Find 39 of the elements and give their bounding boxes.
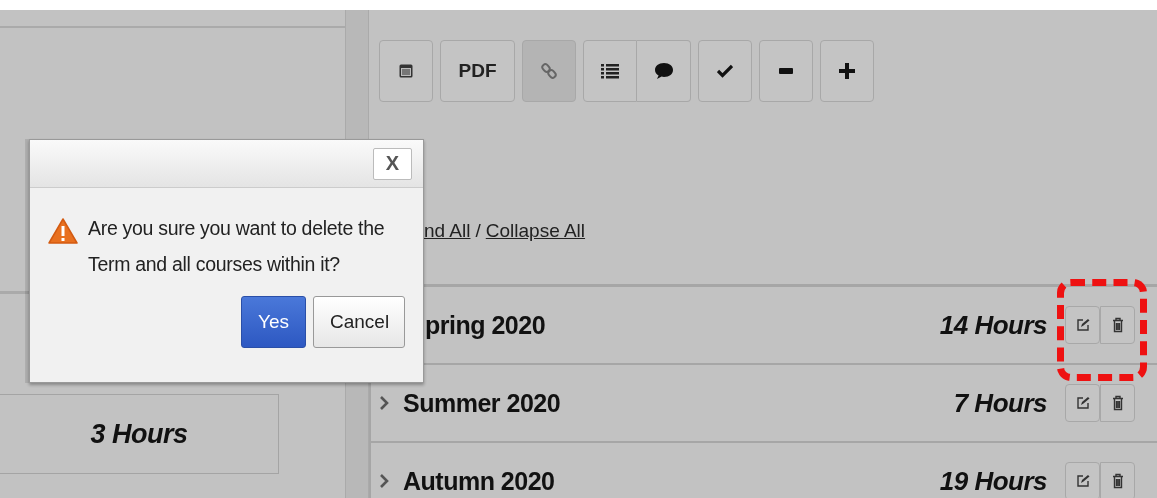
trash-icon bbox=[1111, 395, 1124, 411]
term-hours: 7 Hours bbox=[953, 387, 1047, 419]
toolbar-button[interactable] bbox=[759, 40, 813, 102]
dialog-message: Are you sure you want to delete the Term and all courses within it? bbox=[88, 216, 386, 277]
separator-text: / bbox=[475, 220, 481, 242]
collapse-all-link[interactable]: Collapse All bbox=[485, 220, 586, 242]
edit-icon bbox=[1075, 474, 1090, 488]
list-icon bbox=[601, 63, 619, 79]
pdf-button[interactable]: PDF bbox=[440, 40, 515, 102]
speech-bubble-icon bbox=[653, 62, 674, 80]
term-title: Autumn 2020 bbox=[403, 466, 555, 496]
toolbar-button[interactable] bbox=[820, 40, 874, 102]
trash-icon bbox=[1111, 317, 1124, 333]
toolbar-button[interactable] bbox=[637, 40, 691, 102]
delete-button[interactable] bbox=[1100, 384, 1135, 422]
toolbar-button[interactable] bbox=[583, 40, 637, 102]
hours-text: 3 Hours bbox=[90, 418, 188, 450]
term-title: Summer 2020 bbox=[403, 388, 561, 418]
checkmark-icon bbox=[717, 64, 733, 78]
edit-button[interactable] bbox=[1065, 462, 1100, 498]
edit-button[interactable] bbox=[1065, 306, 1100, 344]
link-icon bbox=[541, 62, 557, 80]
cancel-button[interactable]: Cancel bbox=[313, 296, 405, 348]
edit-icon bbox=[1075, 318, 1090, 332]
delete-button[interactable] bbox=[1100, 306, 1135, 344]
term-title: pring 2020 bbox=[425, 310, 546, 340]
plus-icon bbox=[839, 63, 855, 79]
calendar-list-icon bbox=[399, 64, 413, 78]
term-hours: 19 Hours bbox=[939, 465, 1047, 497]
edit-button[interactable] bbox=[1065, 384, 1100, 422]
trash-icon bbox=[1111, 473, 1124, 489]
close-button[interactable]: X bbox=[373, 147, 412, 180]
delete-button[interactable] bbox=[1100, 462, 1135, 498]
warning-icon bbox=[48, 218, 78, 244]
term-hours: 14 Hours bbox=[939, 309, 1047, 341]
minus-icon bbox=[779, 68, 793, 74]
yes-button[interactable]: Yes bbox=[241, 296, 306, 348]
expand-all-link[interactable]: nd All bbox=[424, 220, 471, 242]
edit-icon bbox=[1075, 396, 1090, 410]
